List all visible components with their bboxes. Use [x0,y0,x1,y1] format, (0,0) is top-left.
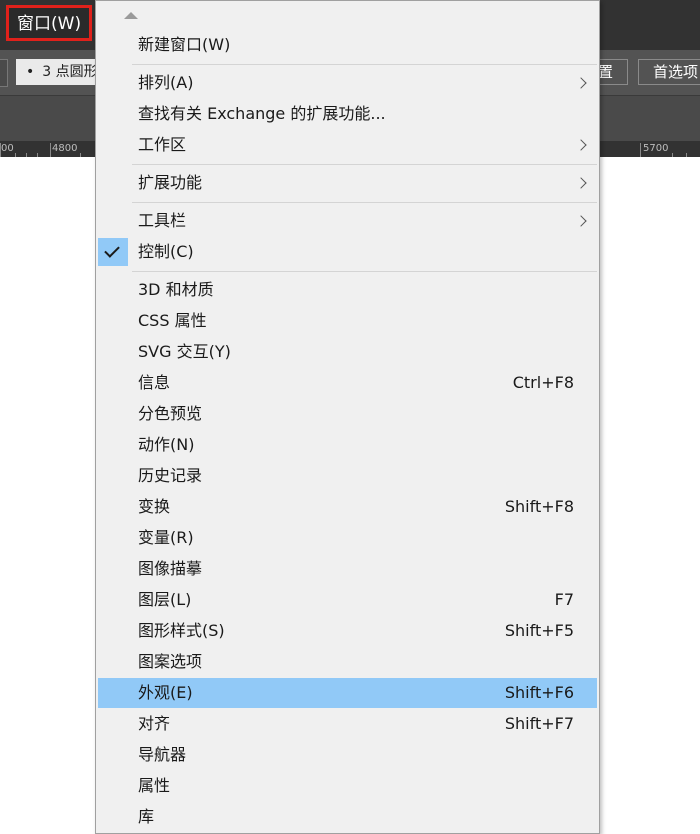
menu-item-shortcut: Ctrl+F8 [512,373,574,392]
bullet-dot-icon: • [26,64,35,80]
chevron-right-icon [575,139,587,151]
ruler-tick [640,143,641,157]
menu-item-history[interactable]: 历史记录 [96,461,599,491]
menu-item-label: 扩展功能 [138,173,203,192]
menu-item-3d-materials[interactable]: 3D 和材质 [96,275,599,305]
menu-item-info[interactable]: 信息 Ctrl+F8 [96,368,599,398]
menu-item-svg-interactivity[interactable]: SVG 交互(Y) [96,337,599,367]
menu-separator [132,202,597,203]
menu-item-new-window[interactable]: 新建窗口(W) [96,30,599,60]
menu-item-label: SVG 交互(Y) [138,342,231,361]
menu-item-label: 图层(L) [138,590,192,609]
menu-item-shortcut: Shift+F6 [504,683,574,702]
ruler-tick [0,143,1,157]
menu-item-label: 工作区 [138,135,187,154]
checkmark-icon [104,242,120,258]
menu-separator [132,164,597,165]
menu-item-label: 图案选项 [138,652,203,671]
menu-item-shortcut: Shift+F7 [504,714,574,733]
menu-item-actions[interactable]: 动作(N) [96,430,599,460]
ruler-label: 5700 [643,143,669,154]
menu-item-label: 变换 [138,497,171,516]
menu-separator [132,64,597,65]
menu-item-label: 信息 [138,373,171,392]
menu-item-css-properties[interactable]: CSS 属性 [96,306,599,336]
menu-item-label: 工具栏 [138,211,187,230]
ruler-label: 00 [1,143,14,154]
menu-item-label: 查找有关 Exchange 的扩展功能... [138,104,386,123]
menu-item-label: 导航器 [138,745,187,764]
chevron-right-icon [575,215,587,227]
menu-item-align[interactable]: 对齐 Shift+F7 [96,709,599,739]
window-menu-title[interactable]: 窗口(W) [6,5,93,41]
menu-item-find-extensions[interactable]: 查找有关 Exchange 的扩展功能... [96,99,599,129]
menu-item-layers[interactable]: 图层(L) F7 [96,585,599,615]
window-dropdown-menu: 新建窗口(W) 排列(A) 查找有关 Exchange 的扩展功能... 工作区… [95,0,600,834]
stroke-profile-dropdown[interactable]: • 3 点圆形 [16,59,106,85]
menu-item-label: 排列(A) [138,73,194,92]
menu-item-control[interactable]: 控制(C) [96,237,599,267]
menu-item-label: 动作(N) [138,435,195,454]
menu-item-label: 变量(R) [138,528,194,547]
menu-item-shortcut: Shift+F5 [504,621,574,640]
menu-item-transform[interactable]: 变换 Shift+F8 [96,492,599,522]
menu-item-label: 新建窗口(W) [138,35,231,54]
menu-item-properties[interactable]: 属性 [96,771,599,801]
menu-item-appearance[interactable]: 外观(E) Shift+F6 [98,678,597,708]
menu-item-workspace[interactable]: 工作区 [96,130,599,160]
menu-item-label: 对齐 [138,714,171,733]
menu-item-label: CSS 属性 [138,311,207,330]
menu-item-separations-preview[interactable]: 分色预览 [96,399,599,429]
menu-item-label: 分色预览 [138,404,203,423]
menu-item-label: 外观(E) [138,683,193,702]
menu-item-label: 控制(C) [138,242,194,261]
menu-item-label: 图形样式(S) [138,621,225,640]
menu-item-label: 3D 和材质 [138,280,214,299]
menu-item-image-trace[interactable]: 图像描摹 [96,554,599,584]
ruler-label: 4800 [52,143,78,154]
menu-item-label: 图像描摹 [138,559,203,578]
scroll-up-arrow-icon[interactable] [124,12,138,19]
chevron-right-icon [575,77,587,89]
preferences-label: 首选项 [653,63,699,81]
menu-item-libraries[interactable]: 库 [96,802,599,832]
checkmark-background [98,238,128,266]
ruler-tick [50,143,51,157]
chevron-right-icon [575,177,587,189]
preferences-button[interactable]: 首选项 [638,59,700,85]
menu-item-shortcut: F7 [554,590,574,609]
menu-item-pattern-options[interactable]: 图案选项 [96,647,599,677]
menu-item-arrange[interactable]: 排列(A) [96,68,599,98]
menu-item-label: 历史记录 [138,466,203,485]
menu-item-variables[interactable]: 变量(R) [96,523,599,553]
menu-item-navigator[interactable]: 导航器 [96,740,599,770]
menu-item-shortcut: Shift+F8 [504,497,574,516]
menu-item-extensions[interactable]: 扩展功能 [96,168,599,198]
menu-item-label: 属性 [138,776,171,795]
menu-item-toolbars[interactable]: 工具栏 [96,206,599,236]
control-bar-stub-button[interactable] [0,59,8,87]
menu-separator [132,271,597,272]
stroke-profile-value: 3 点圆形 [42,64,98,80]
menu-item-label: 库 [138,807,155,826]
menu-item-graphic-styles[interactable]: 图形样式(S) Shift+F5 [96,616,599,646]
